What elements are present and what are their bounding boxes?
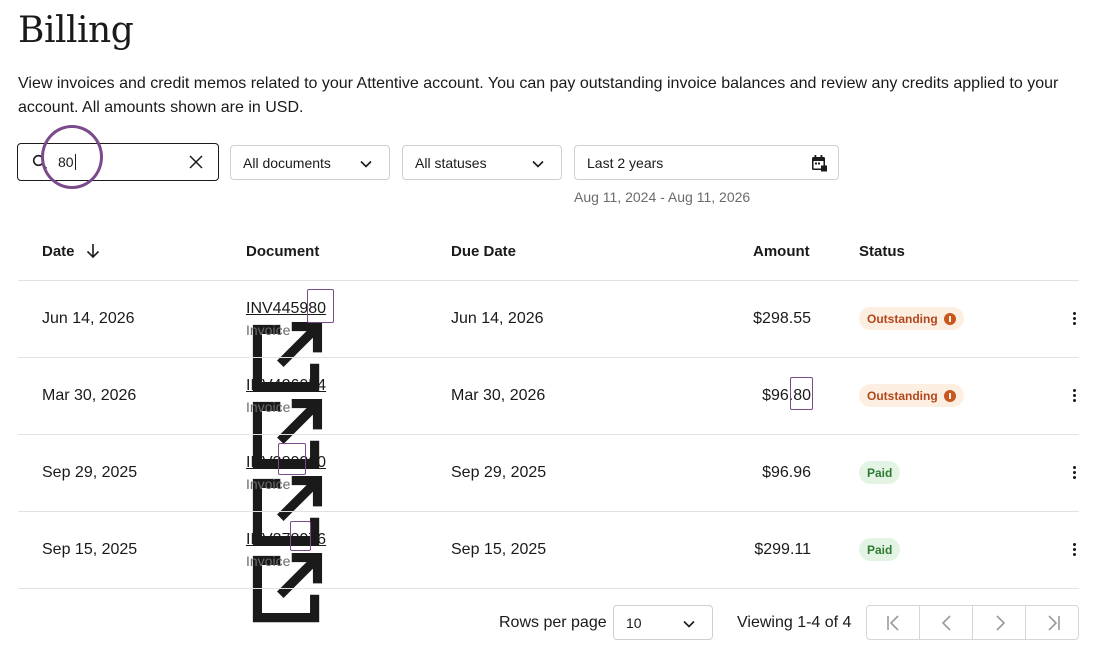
document-type: Invoice [246, 476, 291, 492]
date-range-text: Aug 11, 2024 - Aug 11, 2026 [574, 189, 751, 205]
status-select[interactable]: All statuses [402, 145, 562, 180]
next-page-button[interactable] [973, 606, 1026, 639]
row-date: Sep 15, 2025 [42, 541, 138, 558]
calendar-icon [812, 155, 827, 172]
date-range-picker[interactable]: Last 2 years [574, 145, 839, 180]
status-badge-label: Outstanding [867, 389, 938, 403]
last-page-icon [1048, 615, 1060, 631]
document-number[interactable]: INV426054 [246, 377, 326, 394]
info-icon[interactable] [943, 313, 956, 325]
status-badge: Outstanding [859, 307, 964, 330]
search-match-highlight [278, 443, 306, 475]
more-vertical-icon[interactable] [1066, 541, 1082, 559]
first-page-button[interactable] [867, 606, 920, 639]
chevron-down-icon [360, 160, 372, 168]
row-divider [18, 434, 1079, 435]
more-vertical-icon[interactable] [1066, 464, 1082, 482]
more-vertical-icon[interactable] [1066, 310, 1082, 328]
click-indicator [41, 125, 103, 189]
column-header-date[interactable]: Date [42, 243, 101, 260]
row-amount: $299.11 [754, 541, 811, 558]
page-description: View invoices and credit memos related t… [18, 75, 1059, 116]
page-title: Billing [18, 10, 134, 51]
chevron-down-icon [532, 160, 544, 168]
date-range-label: Last 2 years [587, 155, 664, 171]
document-link[interactable]: INV378076 [246, 531, 326, 634]
row-amount: $298.55 [753, 310, 811, 327]
column-header-status: Status [859, 243, 905, 260]
status-badge: Paid [859, 461, 901, 484]
row-date: Mar 30, 2026 [42, 387, 137, 404]
search-match-highlight [307, 289, 334, 323]
arrow-down-icon [86, 244, 99, 259]
rows-per-page-value: 10 [626, 615, 642, 631]
row-divider [18, 357, 1079, 358]
table-divider [18, 280, 1079, 281]
row-due-date: Jun 14, 2026 [451, 310, 544, 327]
document-type-label: All documents [243, 155, 331, 171]
row-divider [18, 588, 1079, 589]
document-type: Invoice [246, 553, 291, 569]
last-page-button[interactable] [1026, 606, 1079, 639]
chevron-down-icon [683, 620, 695, 628]
chevron-right-icon [996, 615, 1006, 631]
status-badge: Outstanding [859, 384, 964, 407]
column-header-document: Document [246, 243, 320, 260]
first-page-icon [887, 615, 899, 631]
column-header-amount: Amount [753, 243, 810, 260]
document-number[interactable]: INV378076 [246, 531, 326, 548]
rows-per-page-label: Rows per page [499, 614, 607, 631]
document-type-select[interactable]: All documents [230, 145, 390, 180]
search-match-highlight [790, 377, 813, 410]
row-date: Jun 14, 2026 [42, 310, 135, 327]
billing-page: Billing View invoices and credit memos r… [0, 0, 1096, 656]
document-type: Invoice [246, 322, 291, 338]
column-header-date-label: Date [42, 243, 75, 260]
row-due-date: Mar 30, 2026 [451, 387, 546, 404]
search-match-highlight [290, 521, 311, 551]
row-date: Sep 29, 2025 [42, 464, 138, 481]
row-divider [18, 511, 1079, 512]
row-due-date: Sep 29, 2025 [451, 464, 547, 481]
rows-per-page-select[interactable]: 10 [613, 605, 713, 640]
info-icon[interactable] [943, 390, 956, 402]
more-vertical-icon[interactable] [1066, 387, 1082, 405]
status-select-label: All statuses [415, 155, 487, 171]
pagination-controls [866, 605, 1079, 640]
previous-page-button[interactable] [920, 606, 973, 639]
column-header-due-date: Due Date [451, 243, 517, 260]
row-due-date: Sep 15, 2025 [451, 541, 547, 558]
pagination-summary: Viewing 1-4 of 4 [737, 614, 852, 631]
status-badge: Paid [859, 538, 901, 561]
row-amount: $96.96 [762, 464, 811, 481]
chevron-left-icon [941, 615, 951, 631]
status-badge-label: Outstanding [867, 312, 938, 326]
close-icon[interactable] [188, 154, 204, 170]
document-type: Invoice [246, 399, 291, 415]
